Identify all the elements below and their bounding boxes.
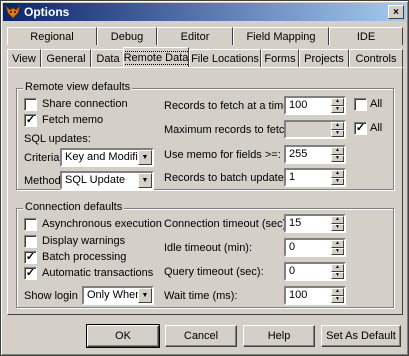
conn-timeout-input[interactable]: 15 ▲ ▼ [284,214,346,233]
max-all-checkbox[interactable]: ✓ [354,122,367,135]
warnings-label: Display warnings [42,235,126,247]
fetch-memo-label: Fetch memo [42,114,104,126]
tab-debug[interactable]: Debug [97,27,157,45]
spin-up-icon[interactable]: ▲ [331,264,344,272]
method-label: Method [24,175,61,187]
max-all-label: All [370,122,383,134]
spin-down-icon[interactable]: ▼ [331,129,344,137]
criteria-label: Criteria [24,152,60,164]
tab-remote-data[interactable]: Remote Data [123,47,189,67]
spin-down-icon[interactable]: ▼ [331,223,344,231]
auto-transactions-label: Automatic transactions [42,267,154,279]
title-bar: Options × [3,3,406,21]
tab-forms[interactable]: Forms [261,49,299,67]
show-login-select[interactable]: Only When N ▼ [82,286,154,305]
spin-up-icon[interactable]: ▲ [331,122,344,130]
connection-legend: Connection defaults [23,201,125,213]
remote-data-panel: Remote view defaults Share connection ✓ … [7,67,403,315]
tab-general[interactable]: General [41,49,91,67]
tab-view[interactable]: View [7,49,41,67]
wait-time-spinner[interactable]: ▲ ▼ [331,288,344,303]
conn-timeout-spinner[interactable]: ▲ ▼ [331,216,344,231]
criteria-select[interactable]: Key and Modified F ▼ [60,148,154,167]
spin-down-icon[interactable]: ▼ [331,271,344,279]
batch-processing-checkbox[interactable]: ✓ [24,251,37,264]
share-connection-checkbox[interactable] [24,98,37,111]
query-timeout-spinner[interactable]: ▲ ▼ [331,264,344,279]
warnings-checkbox[interactable] [24,235,37,248]
idle-timeout-spinner[interactable]: ▲ ▼ [331,240,344,255]
remote-view-legend: Remote view defaults [23,81,133,93]
window-title: Options [24,5,70,19]
wait-time-label: Wait time (ms): [164,290,238,302]
max-records-label: Maximum records to fetch: [164,124,294,136]
batch-update-input[interactable]: 1 ▲ ▼ [284,168,346,187]
spin-up-icon[interactable]: ▲ [331,170,344,178]
max-records-input[interactable]: ▲ ▼ [284,120,346,139]
records-to-fetch-spinner[interactable]: ▲ ▼ [331,98,344,113]
use-memo-label: Use memo for fields >=: [164,149,281,161]
tab-ide[interactable]: IDE [329,27,403,45]
criteria-dropdown-icon[interactable]: ▼ [138,150,152,165]
async-label: Asynchronous execution [42,218,162,230]
close-button[interactable]: × [388,5,404,19]
batch-processing-label: Batch processing [42,251,127,263]
close-icon: × [393,6,399,18]
spin-up-icon[interactable]: ▲ [331,240,344,248]
options-dialog: Options × Regional Debug Editor Field Ma… [0,0,409,356]
tab-data[interactable]: Data [91,49,125,67]
spin-up-icon[interactable]: ▲ [331,98,344,106]
spin-down-icon[interactable]: ▼ [331,247,344,255]
query-timeout-label: Query timeout (sec): [164,266,264,278]
wait-time-input[interactable]: 100 ▲ ▼ [284,286,346,305]
spin-down-icon[interactable]: ▼ [331,295,344,303]
batch-update-label: Records to batch update: [164,172,287,184]
records-to-fetch-input[interactable]: 100 ▲ ▼ [284,96,346,115]
spin-down-icon[interactable]: ▼ [331,177,344,185]
method-select[interactable]: SQL Update ▼ [60,171,154,190]
ok-button[interactable]: OK [86,324,160,348]
batch-update-spinner[interactable]: ▲ ▼ [331,170,344,185]
tab-field-mapping[interactable]: Field Mapping [233,27,329,45]
records-to-fetch-label: Records to fetch at a time: [164,100,293,112]
fox-icon [5,5,21,19]
idle-timeout-input[interactable]: 0 ▲ ▼ [284,238,346,257]
max-records-spinner[interactable]: ▲ ▼ [331,122,344,137]
spin-down-icon[interactable]: ▼ [331,105,344,113]
use-memo-spinner[interactable]: ▲ ▼ [331,147,344,162]
tab-regional[interactable]: Regional [7,27,97,45]
set-as-default-button[interactable]: Set As Default [321,325,401,347]
cancel-button[interactable]: Cancel [165,325,237,347]
spin-up-icon[interactable]: ▲ [331,288,344,296]
spin-up-icon[interactable]: ▲ [331,147,344,155]
method-dropdown-icon[interactable]: ▼ [138,173,152,188]
async-checkbox[interactable] [24,218,37,231]
conn-timeout-label: Connection timeout (sec): [164,218,290,230]
use-memo-input[interactable]: 255 ▲ ▼ [284,145,346,164]
idle-timeout-label: Idle timeout (min): [164,242,253,254]
tab-projects[interactable]: Projects [299,49,349,67]
tab-controls[interactable]: Controls [349,49,403,67]
fetch-all-label: All [370,98,383,110]
help-button[interactable]: Help [243,325,315,347]
show-login-label: Show login [24,290,78,302]
sql-updates-label: SQL updates: [24,133,91,145]
query-timeout-input[interactable]: 0 ▲ ▼ [284,262,346,281]
share-connection-label: Share connection [42,98,128,110]
spin-down-icon[interactable]: ▼ [331,154,344,162]
auto-transactions-checkbox[interactable]: ✓ [24,267,37,280]
fetch-memo-checkbox[interactable]: ✓ [24,114,37,127]
show-login-dropdown-icon[interactable]: ▼ [138,288,152,303]
spin-up-icon[interactable]: ▲ [331,216,344,224]
tab-editor[interactable]: Editor [157,27,233,45]
fetch-all-checkbox[interactable] [354,98,367,111]
tab-file-locations[interactable]: File Locations [189,49,261,67]
